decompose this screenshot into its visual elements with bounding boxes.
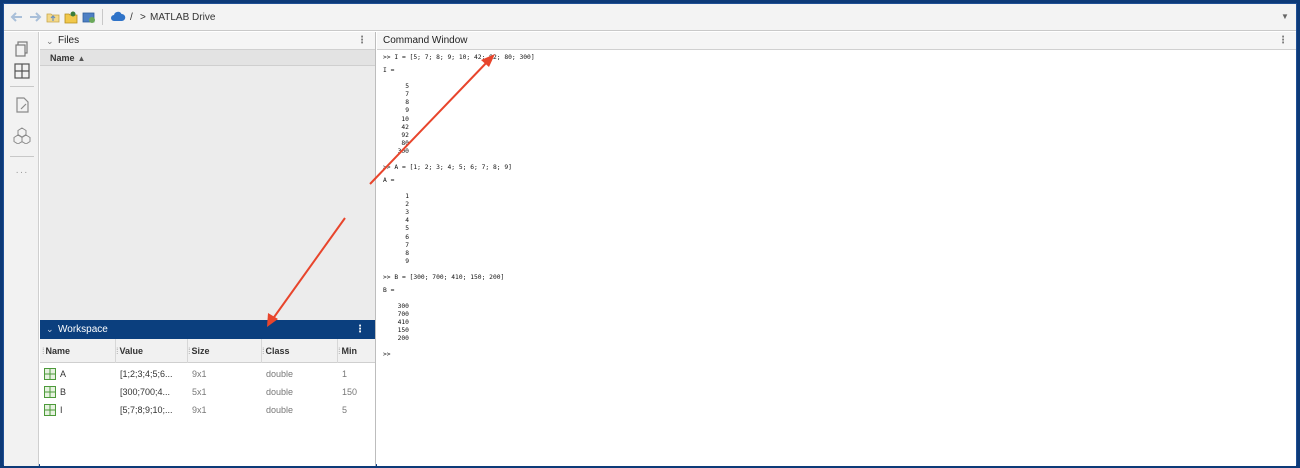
matrix-value-line: 5 <box>405 225 409 233</box>
forward-arrow-icon[interactable] <box>28 10 42 24</box>
column-header-name[interactable]: ⁞Name <box>42 339 116 363</box>
variable-display-line: I = <box>383 67 395 75</box>
matrix-value-line: 7 <box>405 90 409 98</box>
matrix-value-line: 92 <box>401 131 409 139</box>
command-window-header: Command Window ⋮ <box>377 32 1296 50</box>
collapse-chevron-icon[interactable]: ⌄ <box>46 320 54 339</box>
panel-menu-icon[interactable]: ⋮ <box>355 320 365 339</box>
matrix-value-line: 10 <box>401 115 409 123</box>
left-toolstrip: ··· <box>4 32 39 466</box>
matrix-value-line: 42 <box>401 123 409 131</box>
matrix-value-line: 150 <box>397 327 409 335</box>
matrix-value-line: 7 <box>405 241 409 249</box>
matrix-variable-icon <box>44 404 56 416</box>
workspace-panel-title: Workspace <box>58 324 108 335</box>
matrix-value-line: 6 <box>405 233 409 241</box>
matrix-value-line: 8 <box>405 250 409 257</box>
matrix-value-line: 300 <box>397 148 409 156</box>
panel-menu-icon[interactable]: ⋮ <box>1278 32 1288 50</box>
variable-class: double <box>266 369 294 379</box>
variable-size: 5x1 <box>192 387 207 397</box>
matrix-value-line: 8 <box>405 99 409 107</box>
matrix-value-line: 3 <box>405 209 409 216</box>
command-window-panel: Command Window ⋮ >> I = [5; 7; 8; 9; 10;… <box>377 32 1296 466</box>
files-panel-title: Files <box>58 35 80 46</box>
editor-document-icon[interactable] <box>13 96 31 114</box>
command-window-output[interactable]: >> I = [5; 7; 8; 9; 10; 42; 92; 80; 300]… <box>383 54 1283 464</box>
workspace-row-b[interactable]: B [300;700;4... 5x1 double 150 <box>40 384 375 400</box>
variable-value: [1;2;3;4;5;6... <box>120 369 173 379</box>
toolstrip-separator <box>10 86 34 87</box>
command-window-title: Command Window <box>383 35 468 46</box>
workspace-panel-header: ⌄ Workspace ⋮ <box>40 320 375 339</box>
variable-name: A <box>60 369 67 379</box>
browse-folder-icon[interactable] <box>64 10 78 24</box>
variable-display-line: A = <box>383 177 395 184</box>
variable-min: 150 <box>342 387 358 397</box>
files-panel-icon[interactable] <box>13 40 31 58</box>
collapse-chevron-icon[interactable]: ⌄ <box>46 32 54 50</box>
more-tools-icon[interactable]: ··· <box>12 167 32 178</box>
matrix-value-line: 80 <box>401 140 409 148</box>
breadcrumb-root[interactable]: / <box>130 4 133 31</box>
column-header-min[interactable]: ⁞Min <box>338 339 376 363</box>
matrix-variable-icon <box>44 368 56 380</box>
column-header-size[interactable]: ⁞Size <box>188 339 262 363</box>
matlab-drive-cloud-icon[interactable] <box>110 10 126 24</box>
matlab-online-window: / > MATLAB Drive ▼ ··· ⌄ Files ⋮ Name ▲ … <box>3 3 1297 466</box>
matrix-value-line: 5 <box>405 82 409 90</box>
matrix-value-line: 700 <box>397 310 409 318</box>
variable-min: 5 <box>342 405 348 415</box>
command-prompt-line: >> I = [5; 7; 8; 9; 10; 42; 92; 80; 300] <box>383 54 535 61</box>
command-prompt-line: >> <box>383 350 391 358</box>
address-separator <box>102 9 103 25</box>
workspace-row-i[interactable]: I [5;7;8;9;10;... 9x1 double 5 <box>40 402 375 418</box>
matrix-value-line: 4 <box>405 217 409 225</box>
workspace-row-a[interactable]: A [1;2;3;4;5;6... 9x1 double 1 <box>40 366 375 382</box>
command-prompt-line: >> B = [300; 700; 410; 150; 200] <box>383 273 505 281</box>
variable-value: [300;700;4... <box>120 387 171 397</box>
matrix-value-line: 410 <box>397 318 409 326</box>
variable-size: 9x1 <box>192 369 207 379</box>
breadcrumb-current[interactable]: MATLAB Drive <box>150 4 215 31</box>
matrix-variable-icon <box>44 386 56 398</box>
matrix-value-line: 2 <box>405 200 409 208</box>
files-panel-header: ⌄ Files ⋮ <box>40 32 375 50</box>
matrix-value-line: 9 <box>405 258 409 266</box>
variable-size: 9x1 <box>192 405 207 415</box>
files-panel: ⌄ Files ⋮ Name ▲ <box>40 32 376 320</box>
back-arrow-icon[interactable] <box>10 10 24 24</box>
matrix-value-line: 200 <box>397 335 409 343</box>
toolstrip-separator <box>10 156 34 157</box>
matrix-value-line: 1 <box>405 192 409 200</box>
variable-name: I <box>60 405 63 415</box>
address-dropdown-icon[interactable]: ▼ <box>1280 12 1290 22</box>
column-header-class[interactable]: ⁞Class <box>262 339 338 363</box>
column-header-value[interactable]: ⁞Value <box>116 339 188 363</box>
variable-display-line: B = <box>383 286 395 294</box>
workspace-panel-icon[interactable] <box>13 62 31 80</box>
up-folder-icon[interactable] <box>46 10 60 24</box>
add-ons-icon[interactable] <box>13 126 31 144</box>
files-column-label: Name <box>50 53 75 63</box>
sort-ascending-icon: ▲ <box>77 54 86 63</box>
folder-sync-icon[interactable] <box>82 10 96 24</box>
workspace-panel: ⌄ Workspace ⋮ ⁞Name ⁞Value ⁞Size ⁞Class … <box>40 320 376 466</box>
variable-class: double <box>266 405 294 415</box>
breadcrumb-separator: > <box>140 12 146 23</box>
command-prompt-line: >> A = [1; 2; 3; 4; 5; 6; 7; 8; 9] <box>383 163 512 171</box>
files-column-header-name[interactable]: Name ▲ <box>40 50 375 66</box>
variable-name: B <box>60 387 67 397</box>
variable-value: [5;7;8;9;10;... <box>120 405 173 415</box>
matrix-value-line: 9 <box>405 107 409 115</box>
matrix-value-line: 300 <box>397 302 409 310</box>
workspace-column-headers: ⁞Name ⁞Value ⁞Size ⁞Class ⁞Min <box>40 339 375 363</box>
variable-class: double <box>266 387 294 397</box>
panel-menu-icon[interactable]: ⋮ <box>357 32 367 50</box>
address-bar: / > MATLAB Drive ▼ <box>4 4 1296 31</box>
variable-min: 1 <box>342 369 348 379</box>
